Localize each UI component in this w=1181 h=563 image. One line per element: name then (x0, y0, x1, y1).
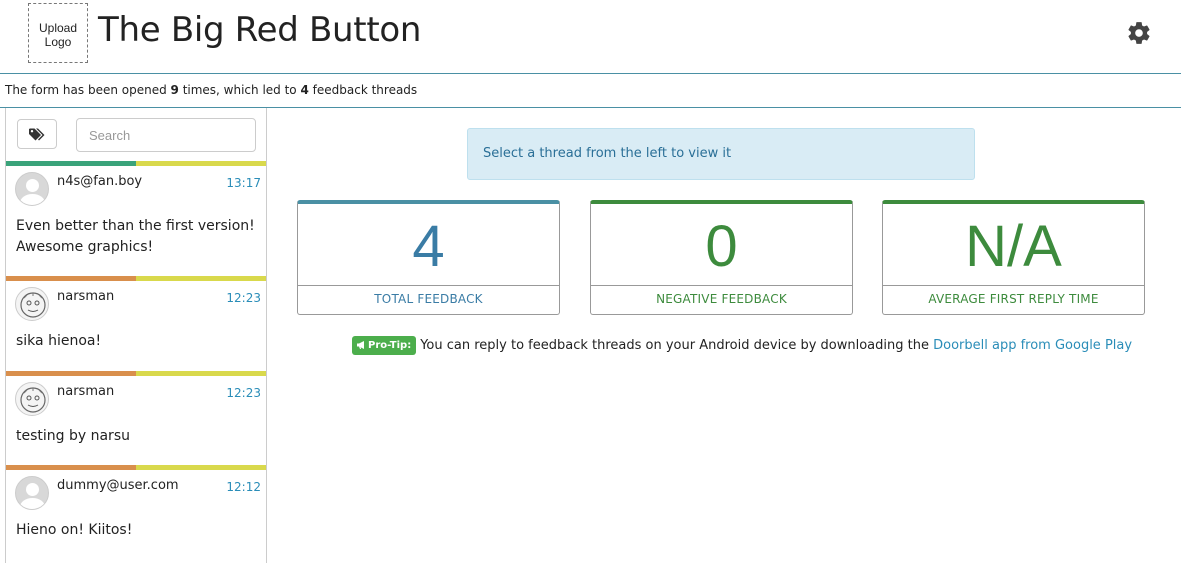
total-feedback-card: 4 TOTAL FEEDBACK (297, 200, 560, 315)
thread-message: Hieno on! Kiitos! (16, 522, 133, 538)
avg-reply-time-value: N/A (965, 214, 1062, 279)
total-feedback-label: TOTAL FEEDBACK (374, 292, 483, 306)
pro-tip: Pro-Tip: You can reply to feedback thread… (352, 336, 1132, 356)
opened-count: 9 (170, 83, 179, 97)
thread-time: 12:23 (226, 386, 261, 400)
thread-item[interactable]: narsman 12:23 testing by narsu (6, 371, 266, 466)
tags-icon (29, 128, 45, 141)
thread-count: 4 (300, 83, 309, 97)
thread-sidebar: n4s@fan.boy 13:17 Even better than the f… (5, 108, 267, 563)
total-feedback-value: 4 (412, 214, 445, 279)
upload-logo-button[interactable]: Upload Logo (28, 3, 88, 63)
tag-filter-button[interactable] (17, 119, 57, 149)
thread-status-bar (6, 276, 266, 281)
thread-author: n4s@fan.boy (57, 174, 143, 189)
gear-icon[interactable] (1126, 20, 1152, 46)
thread-time: 13:17 (226, 176, 261, 190)
stats-summary: The form has been opened 9 times, which … (0, 74, 1181, 108)
avg-reply-time-card: N/A AVERAGE FIRST REPLY TIME (882, 200, 1145, 315)
thread-status-bar (6, 371, 266, 376)
thread-item[interactable]: n4s@fan.boy 13:17 Even better than the f… (6, 161, 266, 256)
doorbell-app-link[interactable]: Doorbell app from Google Play (933, 338, 1132, 353)
thread-item[interactable]: narsman 12:23 sika hienoa! (6, 276, 266, 371)
avg-reply-time-label: AVERAGE FIRST REPLY TIME (928, 292, 1099, 306)
thread-author: narsman (57, 384, 115, 399)
avatar (15, 287, 49, 321)
negative-feedback-label: NEGATIVE FEEDBACK (656, 292, 787, 306)
page-title: The Big Red Button (98, 10, 422, 50)
thread-message: sika hienoa! (16, 333, 102, 349)
avatar (15, 382, 49, 416)
thread-message: testing by narsu (16, 428, 130, 444)
avatar (15, 476, 49, 510)
pro-tip-badge: Pro-Tip: (352, 336, 417, 355)
pro-tip-text: You can reply to feedback threads on you… (420, 338, 934, 353)
search-input[interactable] (76, 118, 256, 152)
thread-author: dummy@user.com (57, 478, 179, 493)
thread-status-bar (6, 161, 266, 166)
thread-author: narsman (57, 289, 115, 304)
thread-message: Even better than the first version! Awes… (16, 218, 255, 255)
thread-time: 12:23 (226, 291, 261, 305)
thread-status-bar (6, 465, 266, 470)
negative-feedback-card: 0 NEGATIVE FEEDBACK (590, 200, 853, 315)
select-thread-notice: Select a thread from the left to view it (467, 128, 975, 180)
megaphone-icon (357, 341, 364, 349)
negative-feedback-value: 0 (705, 214, 738, 279)
avatar (15, 172, 49, 206)
thread-item[interactable]: dummy@user.com 12:12 Hieno on! Kiitos! (6, 465, 266, 560)
thread-time: 12:12 (226, 480, 261, 494)
app-header: Upload Logo The Big Red Button (0, 0, 1181, 74)
